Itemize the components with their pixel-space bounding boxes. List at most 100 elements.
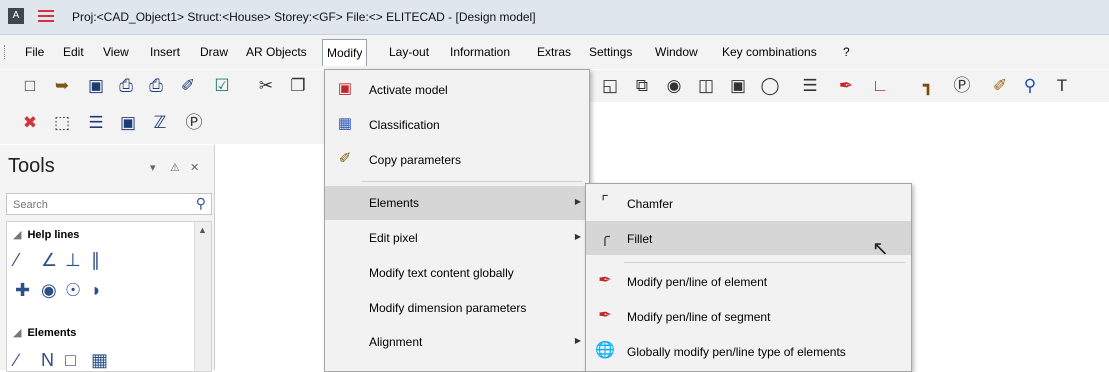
select-icon[interactable]: ⬚	[52, 113, 72, 133]
help-circle-icon[interactable]: ◉	[41, 280, 57, 300]
close-panel-icon[interactable]: ✕	[190, 161, 199, 174]
group-help-lines[interactable]: ◢ Help lines	[13, 228, 79, 241]
tools-panel-title: Tools	[8, 155, 55, 177]
line-type-icon[interactable]: ∟	[870, 76, 890, 96]
menu-settings[interactable]: Settings	[586, 43, 635, 61]
zoom-icon[interactable]: ⚲	[1020, 76, 1040, 96]
help-perpendicular-icon[interactable]: ⊥	[65, 250, 81, 270]
modify-pen-element-icon: ✒	[598, 272, 612, 289]
chamfer-icon: ⌜	[601, 194, 609, 211]
submenu-item-chamfer[interactable]: ⌜ Chamfer	[586, 186, 911, 220]
align-icon[interactable]: ☰	[800, 76, 820, 96]
menubar-grip[interactable]	[4, 45, 7, 59]
collapse-triangle-icon[interactable]: ◢	[13, 229, 21, 241]
copy-icon[interactable]: ❐	[288, 76, 308, 96]
submenu-arrow-icon: ▶	[574, 336, 581, 345]
menu-file[interactable]: File	[22, 43, 47, 61]
print-preview-icon[interactable]: ⎙	[146, 76, 166, 96]
menu-insert[interactable]: Insert	[147, 43, 183, 61]
duplicate-icon[interactable]: ⧉	[632, 76, 652, 96]
scale-icon[interactable]: ▣	[728, 76, 748, 96]
help-point-circle-icon[interactable]: ☉	[65, 280, 81, 300]
menu-item-copy-parameters[interactable]: ✐ Copy parameters	[325, 143, 589, 177]
save-icon[interactable]: ▣	[86, 76, 106, 96]
stairs-icon[interactable]: ┓	[918, 76, 938, 96]
help-cross-icon[interactable]: ✚	[15, 280, 30, 300]
menu-item-classification[interactable]: ▦ Classification	[325, 108, 589, 142]
activate-model-icon: ▣	[337, 80, 353, 97]
window-icon[interactable]: ▣	[118, 113, 138, 133]
submenu-separator	[624, 262, 905, 263]
app-icon[interactable]: A	[8, 8, 24, 24]
submenu-item-modify-pen-segment[interactable]: ✒ Modify pen/line of segment	[586, 299, 911, 333]
menu-edit[interactable]: Edit	[60, 43, 87, 61]
menu-key-combinations[interactable]: Key combinations	[719, 43, 820, 61]
menu-draw[interactable]: Draw	[197, 43, 231, 61]
menu-window[interactable]: Window	[652, 43, 701, 61]
layers-icon[interactable]: ☰	[86, 113, 106, 133]
rectangle-points-tool-icon[interactable]: ▦	[91, 350, 108, 370]
mirror-icon[interactable]: ◫	[696, 76, 716, 96]
group-icon[interactable]: ◯	[760, 76, 780, 96]
mouse-cursor-icon: ↖	[872, 238, 889, 260]
menu-ar-objects[interactable]: AR Objects	[243, 43, 310, 61]
rotate-icon[interactable]: ◉	[664, 76, 684, 96]
open-icon[interactable]: ➥	[52, 76, 72, 96]
menu-item-elements[interactable]: Elements ▶	[325, 186, 589, 220]
copy-parameters-icon: ✐	[338, 150, 352, 167]
submenu-item-global-modify-pen[interactable]: 🌐 Globally modify pen/line type of eleme…	[586, 334, 911, 368]
tools-scrollbar[interactable]: ▲	[194, 222, 211, 371]
submenu-arrow-icon: ▶	[574, 232, 581, 241]
help-angle-icon[interactable]: ∠	[41, 250, 57, 270]
fillet-icon: ╭	[600, 229, 610, 246]
cut-icon[interactable]: ✂	[256, 76, 276, 96]
print-icon[interactable]: ⎙	[116, 76, 136, 96]
polyline-tool-icon[interactable]: N	[41, 350, 54, 370]
menu-layout[interactable]: Lay-out	[386, 43, 432, 61]
model-icon[interactable]: ℤ	[150, 113, 170, 133]
line-tool-icon[interactable]: ∕	[15, 350, 18, 370]
pin-icon[interactable]: Ⓟ	[952, 76, 972, 96]
new-icon[interactable]: □	[20, 76, 40, 96]
export-icon[interactable]: ☑	[212, 76, 232, 96]
tools-search-box[interactable]: ⚲	[6, 193, 212, 215]
pointer-p-icon[interactable]: Ⓟ	[184, 113, 204, 133]
menu-item-modify-text-content[interactable]: Modify text content globally	[325, 256, 589, 290]
menu-item-edit-pixel[interactable]: Edit pixel ▶	[325, 221, 589, 255]
menu-help[interactable]: ?	[840, 43, 853, 61]
text-tool-icon[interactable]: T	[1052, 76, 1072, 96]
menu-modify[interactable]: Modify	[322, 39, 368, 66]
group-elements[interactable]: ◢ Elements	[13, 326, 76, 339]
help-arc-icon[interactable]: ◗	[91, 280, 102, 300]
collapse-triangle-icon[interactable]: ◢	[13, 327, 21, 339]
search-icon[interactable]: ⚲	[196, 195, 206, 212]
menu-bar: File Edit View Insert Draw AR Objects Mo…	[0, 35, 1109, 69]
modify-menu: ▣ Activate model ▦ Classification ✐ Copy…	[324, 69, 590, 372]
title-bar: A Proj:<CAD_Object1> Struct:<House> Stor…	[0, 0, 1109, 35]
modify-pen-segment-icon: ✒	[598, 307, 612, 324]
window-title: Proj:<CAD_Object1> Struct:<House> Storey…	[72, 10, 536, 24]
brush-icon[interactable]: ✐	[990, 76, 1010, 96]
pin-panel-icon[interactable]: ⚠	[170, 161, 180, 174]
help-line-icon[interactable]: ⁄	[15, 250, 18, 270]
copy-object-icon[interactable]: ◱	[600, 76, 620, 96]
panel-dropdown-icon[interactable]: ▾	[150, 161, 156, 174]
menu-separator	[361, 181, 583, 182]
menu-information[interactable]: Information	[447, 43, 513, 61]
submenu-item-modify-pen-element[interactable]: ✒ Modify pen/line of element	[586, 264, 911, 298]
scroll-up-icon[interactable]: ▲	[198, 225, 207, 235]
menu-item-modify-dimension-parameters[interactable]: Modify dimension parameters	[325, 291, 589, 325]
submenu-item-fillet[interactable]: ╭ Fillet	[586, 221, 911, 255]
tools-search-input[interactable]	[11, 196, 185, 213]
edit-pen-icon[interactable]: ✒	[836, 76, 856, 96]
rectangle-tool-icon[interactable]: □	[65, 350, 76, 370]
hamburger-menu-icon[interactable]	[38, 10, 54, 24]
plot-icon[interactable]: ✐	[178, 76, 198, 96]
menu-view[interactable]: View	[100, 43, 132, 61]
menu-extras[interactable]: Extras	[534, 43, 574, 61]
tools-panel: Tools ▾ ⚠ ✕ ⚲ ◢Help lines ⁄ ∠ ⊥ ∥ ✚ ◉ ☉ …	[0, 145, 215, 372]
menu-item-alignment[interactable]: Alignment ▶	[325, 325, 589, 359]
menu-item-activate-model[interactable]: ▣ Activate model	[325, 73, 589, 107]
stop-icon[interactable]: ✖	[20, 113, 40, 133]
help-parallel-icon[interactable]: ∥	[91, 250, 100, 270]
